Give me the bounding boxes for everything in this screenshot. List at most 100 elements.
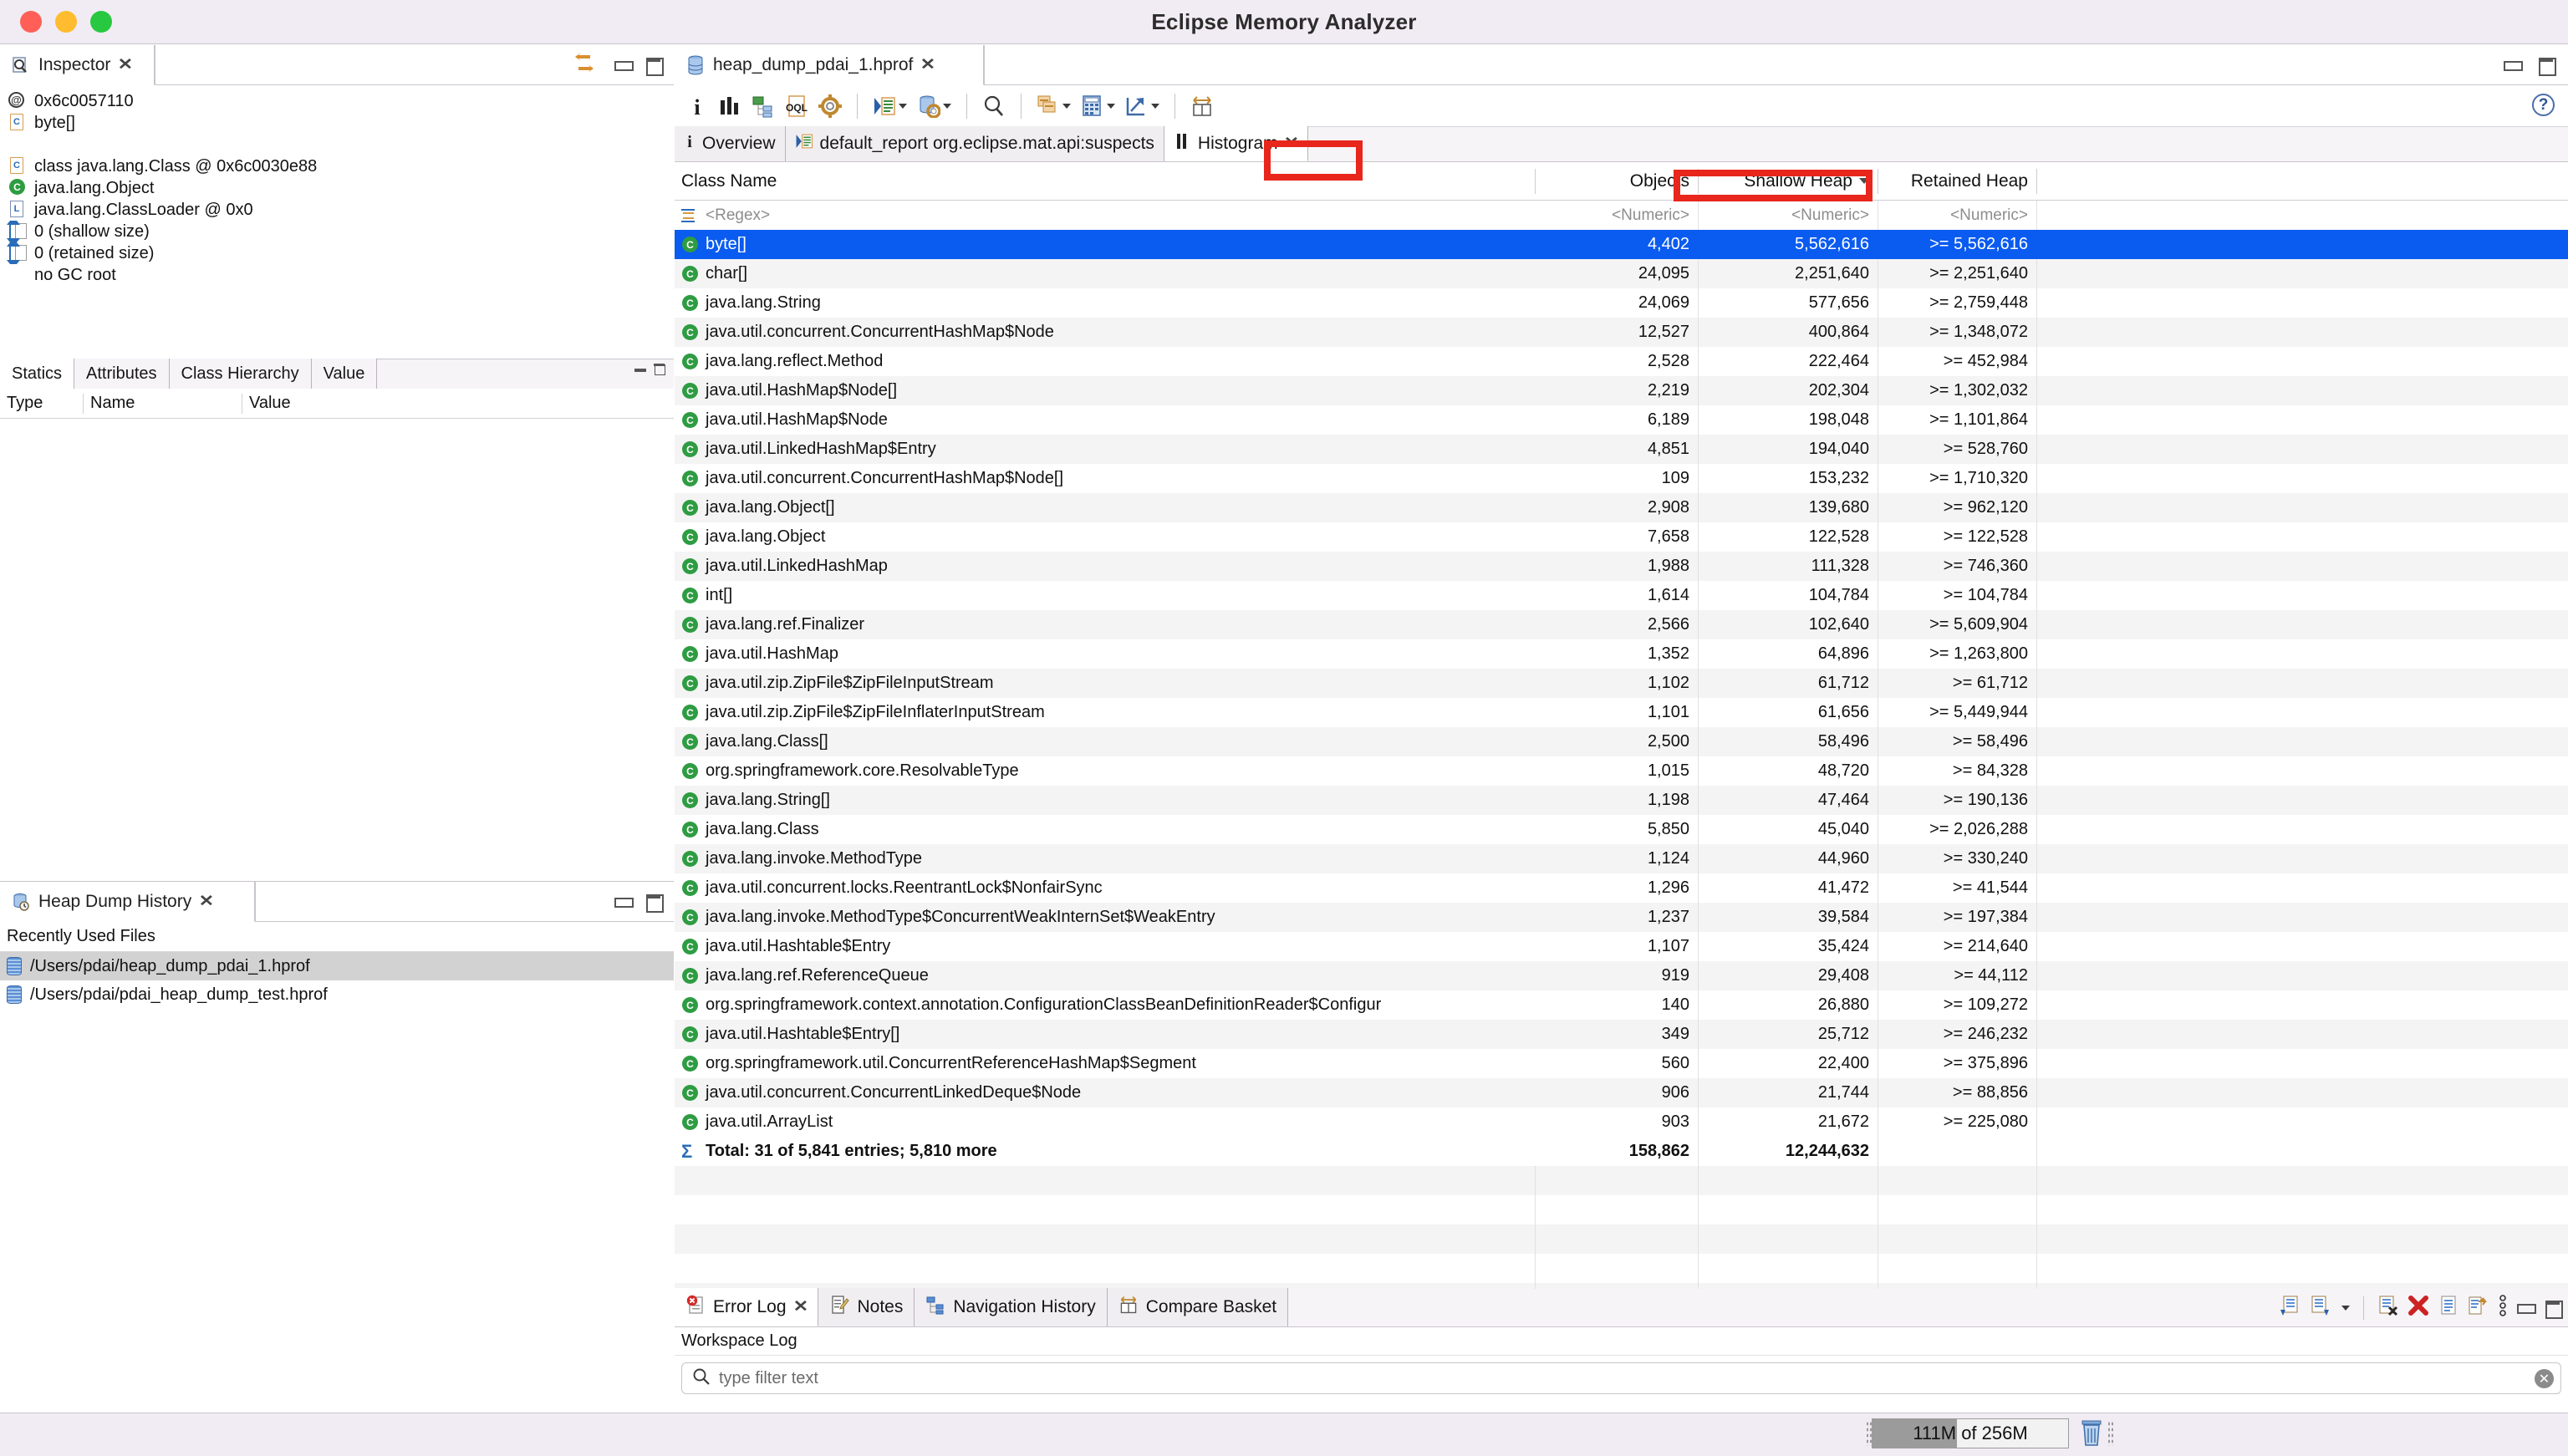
list-item[interactable] (7, 134, 674, 155)
drag-grip-icon[interactable] (1866, 1421, 1872, 1446)
table-row[interactable]: Cjava.util.ArrayList90321,672>= 225,080 (675, 1107, 2568, 1137)
table-row[interactable]: Cjava.util.Hashtable$Entry1,10735,424>= … (675, 932, 2568, 961)
table-row[interactable]: Cjava.lang.invoke.MethodType1,12444,960>… (675, 844, 2568, 873)
table-row[interactable]: Cjava.util.concurrent.ConcurrentHashMap$… (675, 318, 2568, 347)
histogram-filter-row[interactable]: <Regex> <Numeric> <Numeric> <Numeric> (675, 201, 2568, 230)
clear-x-icon[interactable]: ✕ (2535, 1369, 2554, 1388)
list-item[interactable]: 0 (shallow size) (7, 221, 674, 242)
chevron-down-icon[interactable] (943, 104, 951, 109)
filter-retained[interactable]: <Numeric> (1878, 201, 2037, 230)
histogram-icon[interactable] (715, 89, 745, 123)
table-row[interactable]: Cjava.util.HashMap$Node[]2,219202,304>= … (675, 376, 2568, 405)
drag-grip-icon[interactable] (2107, 1421, 2113, 1446)
chevron-down-icon[interactable] (1151, 104, 1159, 109)
close-error-log-icon[interactable]: ✕ (792, 1297, 808, 1316)
close-inspector-icon[interactable]: ✕ (118, 55, 133, 74)
table-row[interactable]: Cjava.util.concurrent.ConcurrentLinkedDe… (675, 1078, 2568, 1107)
table-row[interactable]: Corg.springframework.util.ConcurrentRefe… (675, 1049, 2568, 1078)
run-report-icon[interactable] (869, 89, 910, 123)
log-filter-input[interactable]: type filter text ✕ (681, 1362, 2561, 1394)
tab-class-hierarchy[interactable]: Class Hierarchy (170, 359, 312, 389)
table-row[interactable]: Cint[]1,614104,784>= 104,784 (675, 581, 2568, 610)
tab-compare-basket[interactable]: Compare Basket (1108, 1288, 1288, 1326)
table-row[interactable]: Cjava.util.zip.ZipFile$ZipFileInflaterIn… (675, 698, 2568, 727)
table-row[interactable]: Cjava.lang.Class[]2,50058,496>= 58,496 (675, 727, 2568, 756)
table-row[interactable]: Cjava.lang.Object7,658122,528>= 122,528 (675, 522, 2568, 552)
list-item[interactable]: /Users/pdai/heap_dump_pdai_1.hprof (0, 952, 674, 980)
list-item[interactable]: @ 0x6c0057110 (7, 90, 674, 112)
column-shallow-heap[interactable]: Shallow Heap (1699, 169, 1878, 194)
table-row[interactable]: Cjava.util.HashMap$Node6,189198,048>= 1,… (675, 405, 2568, 435)
list-item[interactable]: C class java.lang.Class @ 0x6c0030e88 (7, 155, 674, 177)
tab-navigation-history[interactable]: Navigation History (915, 1288, 1107, 1326)
tab-value[interactable]: Value (312, 359, 378, 389)
column-class-name[interactable]: Class Name (675, 169, 1536, 194)
tab-error-log[interactable]: Error Log ✕ (675, 1288, 818, 1326)
maximize-detail-icon[interactable] (655, 364, 665, 375)
chevron-down-icon[interactable] (2341, 1306, 2350, 1311)
tab-overview[interactable]: i Overview (675, 126, 786, 161)
minimize-inspector-icon[interactable] (614, 58, 632, 73)
maximize-heap-dump-history-icon[interactable] (644, 894, 662, 909)
table-row[interactable]: Corg.springframework.context.annotation.… (675, 990, 2568, 1020)
column-retained-heap[interactable]: Retained Heap (1878, 169, 2037, 194)
table-row[interactable]: Cjava.lang.String[]1,19847,464>= 190,136 (675, 786, 2568, 815)
open-log-icon[interactable] (2438, 1295, 2459, 1321)
tab-attributes[interactable]: Attributes (74, 359, 169, 389)
minimize-detail-icon[interactable] (634, 369, 646, 372)
filter-objects[interactable]: <Numeric> (1536, 201, 1699, 230)
table-row[interactable]: Cjava.util.Hashtable$Entry[]34925,712>= … (675, 1020, 2568, 1049)
table-row[interactable]: Cjava.util.concurrent.ConcurrentHashMap$… (675, 464, 2568, 493)
chevron-down-icon[interactable] (1062, 104, 1071, 109)
minimize-bottom-panel-icon[interactable] (2516, 1301, 2535, 1316)
table-row[interactable]: Cjava.util.zip.ZipFile$ZipFileInputStrea… (675, 669, 2568, 698)
tab-notes[interactable]: Notes (818, 1288, 915, 1326)
tab-statics[interactable]: Statics (0, 359, 74, 389)
settings-gear-icon[interactable] (815, 89, 845, 123)
view-menu-icon[interactable] (2498, 1293, 2508, 1322)
table-row[interactable]: Cjava.lang.Class5,85045,040>= 2,026,288 (675, 815, 2568, 844)
table-row[interactable]: Cjava.lang.reflect.Method2,528222,464>= … (675, 347, 2568, 376)
table-row[interactable]: Cjava.util.concurrent.locks.ReentrantLoc… (675, 873, 2568, 903)
calculator-icon[interactable] (1078, 89, 1118, 123)
close-editor-tab-icon[interactable]: ✕ (920, 55, 935, 74)
tab-default-report[interactable]: default_report org.eclipse.mat.api:suspe… (786, 126, 1164, 161)
maximize-editor-icon[interactable] (2536, 58, 2555, 73)
tab-heap-dump-history[interactable]: Heap Dump History ✕ (0, 882, 255, 922)
list-item[interactable]: L java.lang.ClassLoader @ 0x0 (7, 199, 674, 221)
overview-info-icon[interactable]: i (683, 89, 711, 123)
column-name[interactable]: Name (84, 394, 242, 414)
tab-heap-dump-editor[interactable]: heap_dump_pdai_1.hprof ✕ (675, 45, 984, 85)
clear-log-icon[interactable] (2377, 1295, 2399, 1321)
table-row[interactable]: Cjava.util.LinkedHashMap1,988111,328>= 7… (675, 552, 2568, 581)
memory-usage-bar[interactable]: 111M of 256M (1872, 1418, 2069, 1448)
table-row[interactable]: Cjava.lang.String24,069577,656>= 2,759,4… (675, 288, 2568, 318)
table-row[interactable]: Cjava.lang.ref.ReferenceQueue91929,408>=… (675, 961, 2568, 990)
chevron-down-icon[interactable] (899, 104, 907, 109)
filter-class-name[interactable]: <Regex> (675, 201, 1536, 230)
memory-monitor[interactable]: 111M of 256M (1866, 1418, 2113, 1448)
compare-icon[interactable] (1187, 89, 1217, 123)
table-row[interactable]: Cjava.util.LinkedHashMap$Entry4,851194,0… (675, 435, 2568, 464)
trash-icon[interactable] (2079, 1419, 2104, 1448)
table-row[interactable]: Cjava.lang.invoke.MethodType$ConcurrentW… (675, 903, 2568, 932)
import-log-icon[interactable] (2279, 1295, 2300, 1321)
minimize-editor-icon[interactable] (2503, 58, 2521, 73)
table-row[interactable]: Cbyte[]4,4025,562,616>= 5,562,616 (675, 230, 2568, 259)
group-by-icon[interactable] (1033, 89, 1074, 123)
table-row[interactable]: Corg.springframework.core.ResolvableType… (675, 756, 2568, 786)
column-objects[interactable]: Objects (1536, 169, 1699, 194)
table-row[interactable]: Cjava.lang.ref.Finalizer2,566102,640>= 5… (675, 610, 2568, 639)
oql-icon[interactable]: OQL (782, 89, 812, 123)
column-value[interactable]: Value (242, 394, 674, 414)
table-row[interactable]: Cchar[]24,0952,251,640>= 2,251,640 (675, 259, 2568, 288)
link-arrows-icon[interactable] (572, 52, 597, 78)
list-item[interactable]: C java.lang.Object (7, 177, 674, 199)
minimize-heap-dump-history-icon[interactable] (614, 894, 632, 909)
maximize-bottom-panel-icon[interactable] (2543, 1301, 2561, 1316)
list-item[interactable]: 0 (retained size) (7, 242, 674, 264)
chevron-down-icon[interactable] (1107, 104, 1115, 109)
tab-histogram[interactable]: Histogram ✕ (1164, 126, 1308, 161)
restore-log-icon[interactable] (2468, 1295, 2489, 1321)
export-icon[interactable] (1122, 89, 1163, 123)
